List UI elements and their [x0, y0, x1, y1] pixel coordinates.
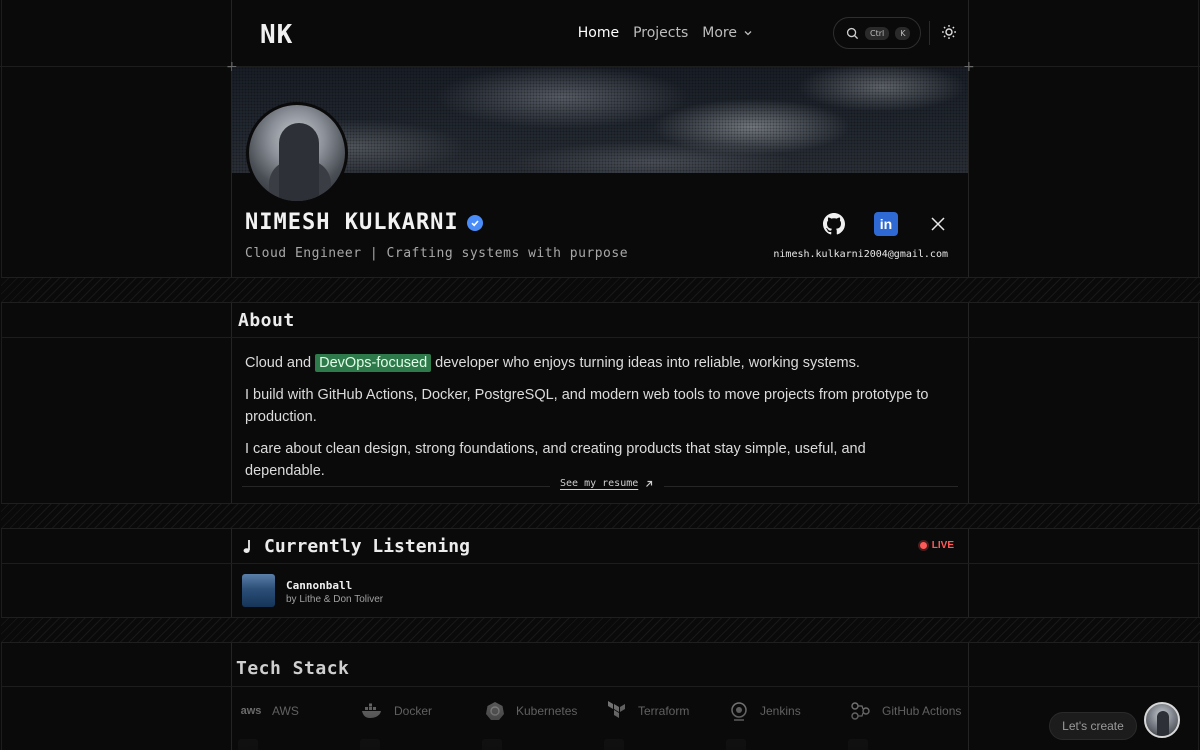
site-header: NK Home Projects More Ctrl K: [232, 0, 968, 66]
tech-stack-row-2: [238, 738, 970, 750]
profile-name: NIMESH KULKARNI: [245, 210, 459, 235]
linkedin-link[interactable]: in: [874, 212, 898, 236]
jenkins-icon: [726, 700, 752, 722]
resume-link-label: See my resume: [560, 478, 639, 489]
site-logo[interactable]: NK: [260, 20, 293, 50]
section-separator: [1, 503, 1200, 529]
chevron-down-icon: [744, 31, 752, 36]
x-link[interactable]: [926, 212, 950, 236]
social-links: in: [822, 212, 950, 236]
theme-toggle[interactable]: [941, 24, 957, 44]
about-paragraph-2: I build with GitHub Actions, Docker, Pos…: [245, 387, 929, 425]
nav-home[interactable]: Home: [578, 25, 619, 41]
profile-tagline: Cloud Engineer | Crafting systems with p…: [245, 246, 629, 261]
x-icon: [931, 217, 945, 231]
sun-icon: [942, 25, 956, 39]
kbd-k: K: [895, 26, 911, 40]
lets-create-button[interactable]: Let's create: [1049, 712, 1137, 740]
tech-stack-row: aws AWS Docker Kubernetes Terraform Jenk…: [238, 700, 988, 722]
email-link[interactable]: nimesh.kulkarni2004@gmail.com: [773, 249, 948, 260]
tech-stack-title: Tech Stack: [236, 658, 350, 679]
main-nav: Home Projects More: [578, 25, 753, 41]
kubernetes-icon: [482, 700, 508, 722]
tech-item: aws AWS: [238, 700, 360, 722]
tech-item: Terraform: [604, 700, 726, 722]
listening-title-row: Currently Listening: [242, 536, 470, 557]
github-icon: [823, 213, 845, 235]
nav-more[interactable]: More: [702, 25, 753, 41]
chat-avatar-button[interactable]: [1144, 702, 1180, 738]
highlight-badge: DevOps-focused: [315, 354, 432, 372]
nav-projects[interactable]: Projects: [633, 25, 688, 41]
track-artist: by Lithe & Don Toliver: [286, 594, 384, 605]
aws-icon: aws: [240, 705, 262, 717]
nav-more-label: More: [702, 25, 737, 41]
section-separator: [1, 277, 1200, 303]
github-link[interactable]: [822, 212, 846, 236]
arrow-up-right-icon: [646, 480, 653, 487]
resume-link[interactable]: See my resume: [550, 478, 665, 489]
about-paragraph-3: I care about clean design, strong founda…: [245, 441, 866, 479]
docker-icon: [360, 700, 386, 722]
tech-item: Jenkins: [726, 700, 848, 722]
tech-item: Docker: [360, 700, 482, 722]
verified-badge-icon: [466, 214, 483, 231]
live-indicator: LIVE: [919, 540, 954, 551]
linkedin-icon: in: [879, 216, 893, 232]
tech-item: Kubernetes: [482, 700, 604, 722]
tech-item: GitHub Actions: [848, 700, 988, 722]
kbd-ctrl: Ctrl: [865, 26, 890, 40]
about-text: Cloud and DevOps-focused developer who e…: [245, 352, 945, 492]
github-actions-icon: [848, 700, 874, 722]
live-dot-icon: [919, 542, 927, 549]
listening-title: Currently Listening: [264, 536, 470, 557]
profile-avatar: [246, 102, 348, 204]
header-divider: [929, 21, 930, 45]
search-button[interactable]: Ctrl K: [833, 17, 921, 49]
track-title[interactable]: Cannonball: [286, 579, 352, 592]
search-icon: [846, 27, 859, 39]
album-art[interactable]: [242, 574, 275, 607]
about-paragraph-1: Cloud and DevOps-focused developer who e…: [245, 354, 860, 372]
about-title: About: [238, 310, 295, 331]
live-label: LIVE: [931, 540, 954, 551]
section-separator: [1, 617, 1200, 643]
terraform-icon: [604, 700, 630, 722]
music-note-icon: [243, 539, 250, 553]
main-column: NK Home Projects More Ctrl K + +: [1, 0, 1200, 750]
profile-name-row: NIMESH KULKARNI: [245, 210, 483, 235]
